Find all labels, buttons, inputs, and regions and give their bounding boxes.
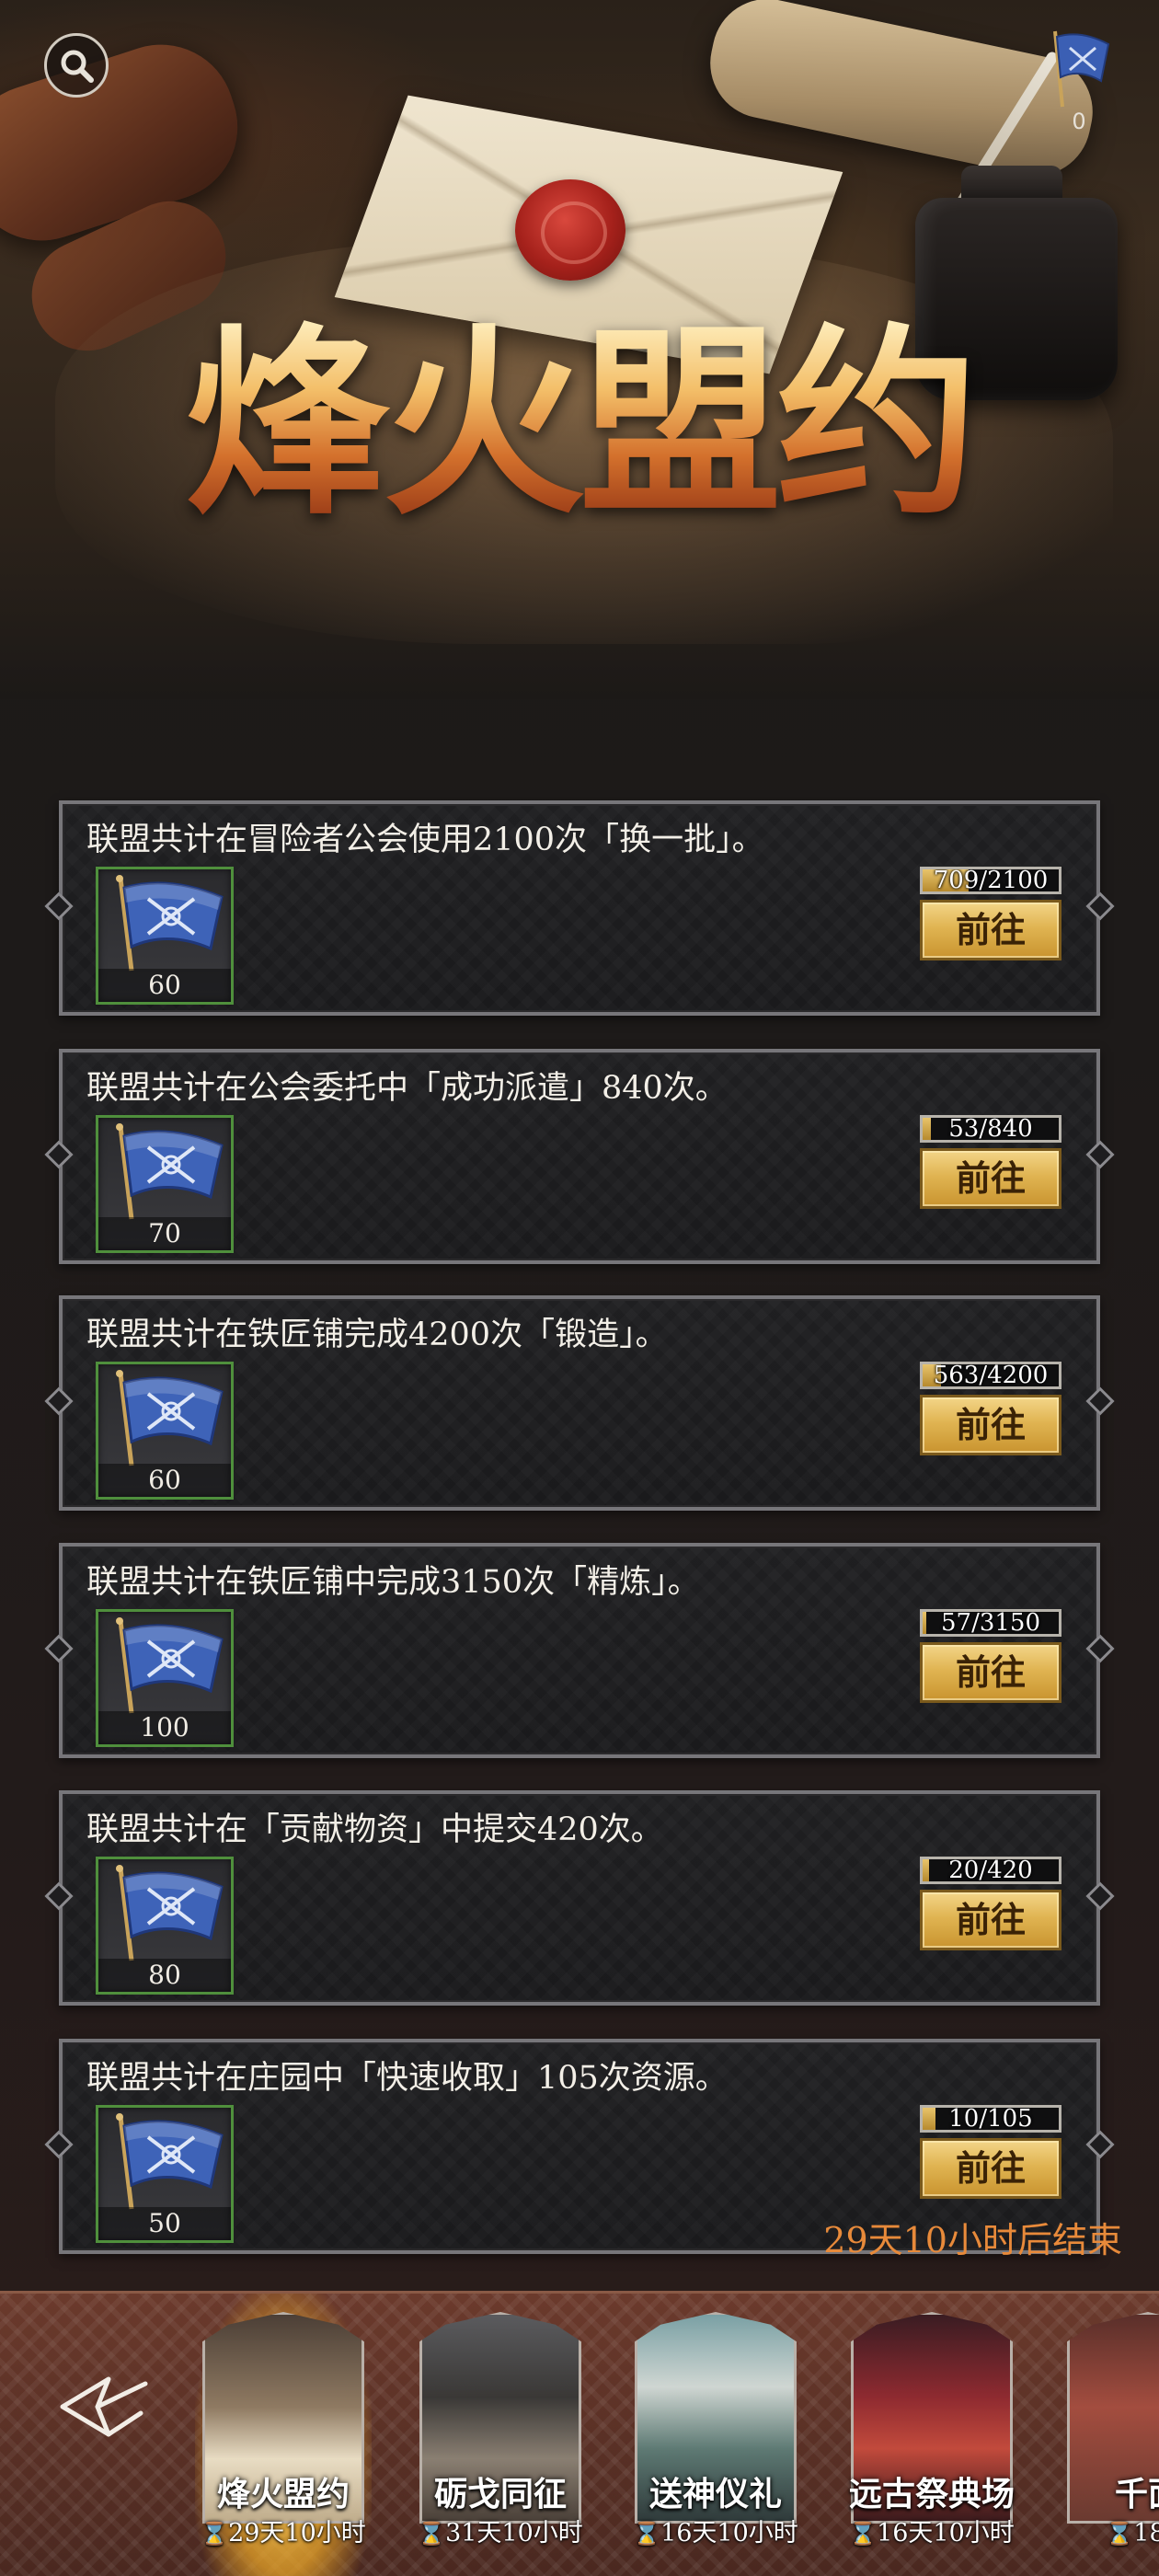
event-tab-timer: ⌛31天10小时 — [401, 2518, 600, 2549]
event-tab-timer: ⌛16天10小时 — [616, 2518, 815, 2549]
search-icon — [61, 50, 94, 83]
go-button[interactable]: 前往 — [920, 1395, 1061, 1455]
go-button[interactable]: 前往 — [920, 1148, 1061, 1209]
event-tab-timer: ⌛16天10小时 — [832, 2518, 1031, 2549]
frame-ornament — [44, 891, 74, 921]
reward-count: 50 — [98, 2207, 231, 2240]
event-tab-timer-text: 29天10小时 — [228, 2519, 366, 2547]
frame-ornament — [1085, 2130, 1115, 2159]
frame-ornament — [44, 1881, 74, 1911]
back-arrow-icon — [60, 2376, 148, 2437]
frame-ornament — [1085, 891, 1115, 921]
progress-text: 53/840 — [948, 1115, 1033, 1143]
go-button[interactable]: 前往 — [920, 1890, 1061, 1950]
quest-description: 联盟共计在庄园中「快速收取」105次资源。 — [86, 2060, 728, 2097]
progress-bar: 53/840 — [920, 1115, 1061, 1143]
reward-item[interactable]: 60 — [96, 867, 234, 1005]
go-button[interactable]: 前往 — [920, 900, 1061, 960]
event-tab[interactable]: 烽火盟约 ⌛29天10小时 — [195, 2294, 372, 2576]
event-tab-name: 烽火盟约 — [216, 2475, 350, 2513]
event-banner: 烽火盟约 — [0, 0, 1159, 699]
hourglass-icon: ⌛ — [849, 2521, 878, 2547]
progress-text: 563/4200 — [933, 1362, 1049, 1389]
reward-count: 60 — [98, 969, 231, 1002]
hourglass-icon: ⌛ — [418, 2521, 446, 2547]
reward-count: 80 — [98, 1959, 231, 1992]
blue-flag-icon — [116, 1865, 224, 1961]
event-tab[interactable]: 千面 ⌛18天 — [1067, 2303, 1159, 2570]
progress-bar: 57/3150 — [920, 1609, 1061, 1637]
blue-flag-icon — [116, 1123, 224, 1220]
blue-flag-icon — [116, 1617, 224, 1714]
search-button[interactable] — [44, 33, 109, 98]
reward-item[interactable]: 60 — [96, 1362, 234, 1500]
blue-flag-icon — [1053, 30, 1110, 108]
hourglass-icon: ⌛ — [633, 2521, 661, 2547]
quest-card: 联盟共计在铁匠铺完成4200次「锻造」。 60 563/4200 前往 — [44, 1295, 1115, 1511]
quest-card: 联盟共计在冒险者公会使用2100次「换一批」。 60 709/2100 前往 — [44, 800, 1115, 1016]
event-tab-timer-text: 18天 — [1133, 2519, 1159, 2547]
event-tab[interactable]: 砺戈同征 ⌛31天10小时 — [418, 2303, 583, 2570]
go-button[interactable]: 前往 — [920, 2138, 1061, 2199]
wax-seal-art — [515, 179, 625, 281]
event-tab[interactable]: 远古祭典场 ⌛16天10小时 — [849, 2303, 1015, 2570]
progress-text: 10/105 — [948, 2105, 1033, 2133]
event-tab-name: 送神仪礼 — [648, 2475, 782, 2513]
reward-item[interactable]: 100 — [96, 1609, 234, 1747]
progress-bar: 10/105 — [920, 2105, 1061, 2133]
frame-ornament — [44, 1634, 74, 1663]
hourglass-icon: ⌛ — [1106, 2521, 1134, 2547]
frame-ornament — [44, 1386, 74, 1416]
frame-ornament — [1085, 1140, 1115, 1169]
reward-item[interactable]: 70 — [96, 1115, 234, 1253]
frame-ornament — [1085, 1881, 1115, 1911]
event-tab-timer-text: 16天10小时 — [877, 2519, 1015, 2547]
back-button[interactable] — [53, 2356, 155, 2457]
reward-count: 100 — [98, 1711, 231, 1744]
flag-currency-count: 0 — [1072, 109, 1086, 134]
progress-text: 709/2100 — [933, 867, 1049, 894]
reward-count: 60 — [98, 1464, 231, 1497]
event-tab-name: 远古祭典场 — [848, 2475, 1015, 2513]
progress-bar: 20/420 — [920, 1857, 1061, 1884]
quest-card: 联盟共计在公会委托中「成功派遣」840次。 70 53/840 前往 — [44, 1049, 1115, 1264]
event-tab-timer: ⌛29天10小时 — [184, 2518, 383, 2549]
frame-ornament — [1085, 1634, 1115, 1663]
quest-description: 联盟共计在铁匠铺中完成3150次「精炼」。 — [86, 1564, 700, 1601]
progress-bar: 709/2100 — [920, 867, 1061, 894]
reward-count: 70 — [98, 1217, 231, 1250]
quest-card: 联盟共计在「贡献物资」中提交420次。 80 20/420 前往 — [44, 1790, 1115, 2006]
flag-currency[interactable] — [1044, 28, 1114, 110]
event-tab-timer-text: 16天10小时 — [660, 2519, 798, 2547]
blue-flag-icon — [116, 2113, 224, 2210]
quest-description: 联盟共计在「贡献物资」中提交420次。 — [86, 1811, 663, 1848]
reward-item[interactable]: 50 — [96, 2105, 234, 2243]
quest-description: 联盟共计在铁匠铺完成4200次「锻造」。 — [86, 1317, 668, 1353]
frame-ornament — [44, 1140, 74, 1169]
blue-flag-icon — [116, 875, 224, 972]
event-tab-bar: 烽火盟约 ⌛29天10小时 砺戈同征 ⌛31天10小时 送神仪礼 ⌛16天10小… — [0, 2291, 1159, 2576]
event-tab-name: 砺戈同征 — [433, 2475, 567, 2513]
quest-description: 联盟共计在冒险者公会使用2100次「换一批」。 — [86, 822, 764, 858]
quest-description: 联盟共计在公会委托中「成功派遣」840次。 — [86, 1070, 728, 1107]
frame-ornament — [1085, 1386, 1115, 1416]
event-end-timer: 29天10小时后结束 — [823, 2220, 1122, 2260]
frame-ornament — [44, 2130, 74, 2159]
progress-text: 20/420 — [948, 1857, 1033, 1884]
hourglass-icon: ⌛ — [201, 2521, 229, 2547]
event-tab-timer: ⌛18天 — [1049, 2518, 1159, 2549]
reward-item[interactable]: 80 — [96, 1857, 234, 1995]
progress-bar: 563/4200 — [920, 1362, 1061, 1389]
progress-text: 57/3150 — [940, 1609, 1040, 1637]
go-button[interactable]: 前往 — [920, 1642, 1061, 1703]
event-title: 烽火盟约 — [0, 313, 1159, 534]
blue-flag-icon — [116, 1370, 224, 1466]
event-tab-timer-text: 31天10小时 — [445, 2519, 583, 2547]
event-tab-name: 千面 — [1114, 2475, 1159, 2513]
quest-card: 联盟共计在铁匠铺中完成3150次「精炼」。 100 57/3150 前往 — [44, 1543, 1115, 1758]
event-tab[interactable]: 送神仪礼 ⌛16天10小时 — [633, 2303, 798, 2570]
